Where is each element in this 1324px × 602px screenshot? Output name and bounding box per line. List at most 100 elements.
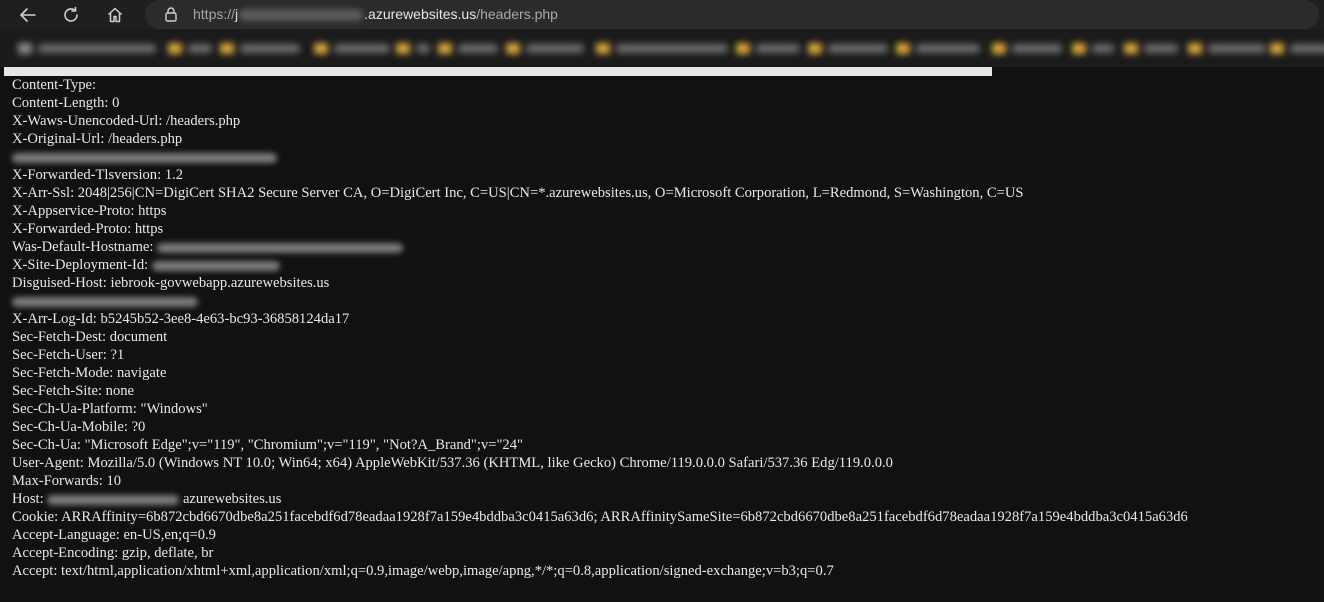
favorite-item[interactable] (596, 41, 728, 55)
refresh-button[interactable] (58, 2, 84, 28)
back-button[interactable] (15, 2, 41, 28)
header-value: https (134, 221, 164, 237)
header-value: azurewebsites.us (182, 491, 282, 507)
header-value: 2048|256|CN=DigiCert SHA2 Secure Server … (77, 185, 1024, 201)
redacted-value (151, 260, 280, 271)
header-name: Sec-Fetch-Site: (12, 383, 102, 399)
header-line: Accept: text/html,application/xhtml+xml,… (12, 562, 1188, 580)
header-value: text/html,application/xhtml+xml,applicat… (61, 563, 834, 579)
header-line: Max-Forwards: 10 (12, 472, 1188, 490)
header-line: Cookie: ARRAffinity=6b872cbd6670dbe8a251… (12, 508, 1188, 526)
favorite-item[interactable] (992, 41, 1062, 55)
header-line: Host: azurewebsites.us (12, 490, 1188, 508)
header-name: X-Arr-Ssl: (12, 185, 75, 201)
header-value: gzip, deflate, br (121, 545, 214, 561)
header-name: Sec-Ch-Ua: (12, 437, 81, 453)
header-line: Sec-Fetch-User: ?1 (12, 346, 1188, 364)
home-icon (107, 7, 123, 23)
header-value: document (109, 329, 168, 345)
header-name: Sec-Fetch-User: (12, 347, 107, 363)
header-name: Sec-Fetch-Dest: (12, 329, 107, 345)
header-name: Content-Type: (12, 77, 97, 93)
redacted-value (12, 296, 198, 307)
favorite-item[interactable] (168, 41, 212, 55)
header-name: Was-Default-Hostname: (12, 239, 154, 255)
header-line: X-Forwarded-Proto: https (12, 220, 1188, 238)
header-value: "Microsoft Edge";v="119", "Chromium";v="… (84, 437, 523, 453)
header-line: Sec-Fetch-Dest: document (12, 328, 1188, 346)
header-line: Accept-Encoding: gzip, deflate, br (12, 544, 1188, 562)
address-bar[interactable]: https://j .azurewebsites.us/headers.php (145, 0, 1319, 29)
header-value: none (105, 383, 135, 399)
header-value: 10 (106, 473, 122, 489)
favorite-item[interactable] (1188, 41, 1266, 55)
header-name: X-Arr-Log-Id: (12, 311, 97, 327)
header-name: Accept-Encoding: (12, 545, 119, 561)
header-line: X-Site-Deployment-Id: (12, 256, 1188, 274)
url-path: /headers.php (476, 6, 558, 22)
header-line: X-Arr-Ssl: 2048|256|CN=DigiCert SHA2 Sec… (12, 184, 1188, 202)
favorite-item[interactable] (808, 41, 888, 55)
header-line: Accept-Language: en-US,en;q=0.9 (12, 526, 1188, 544)
favorite-item[interactable] (1072, 41, 1114, 55)
favorite-item[interactable] (736, 41, 800, 55)
header-line: X-Original-Url: /headers.php (12, 130, 1188, 148)
request-headers-list: Content-Type: Content-Length: 0 X-Waws-Une… (12, 76, 1188, 580)
header-line: X-Forwarded-Tlsversion: 1.2 (12, 166, 1188, 184)
header-line: X-Waws-Unencoded-Url: /headers.php (12, 112, 1188, 130)
header-line: Sec-Ch-Ua: "Microsoft Edge";v="119", "Ch… (12, 436, 1188, 454)
redacted-value (47, 494, 180, 505)
header-value: https (138, 203, 167, 219)
header-value: b5245b52-3ee8-4e63-bc93-36858124da17 (100, 311, 350, 327)
header-value: /headers.php (108, 131, 183, 147)
url-prefix: j (235, 6, 239, 22)
header-line: Sec-Ch-Ua-Platform: "Windows" (12, 400, 1188, 418)
header-line: X-Arr-Log-Id: b5245b52-3ee8-4e63-bc93-36… (12, 310, 1188, 328)
favorite-item[interactable] (396, 41, 430, 55)
url-text[interactable]: https://j .azurewebsites.us/headers.php (193, 0, 558, 29)
header-line: Content-Type: (12, 76, 1188, 94)
favorite-item[interactable] (438, 41, 498, 55)
url-host: .azurewebsites.us (364, 6, 477, 22)
header-name: Sec-Ch-Ua-Platform: (12, 401, 137, 417)
header-value: 0 (112, 95, 120, 111)
header-name: X-Appservice-Proto: (12, 203, 135, 219)
favorite-item[interactable] (506, 41, 584, 55)
header-value: ARRAffinity=6b872cbd6670dbe8a251facebdf6… (61, 509, 1188, 525)
redacted-value (12, 152, 277, 163)
header-value: iebrook-govwebapp.azurewebsites.us (110, 275, 330, 291)
header-line (12, 148, 1188, 166)
favorite-item[interactable] (314, 41, 390, 55)
header-name: X-Forwarded-Proto: (12, 221, 132, 237)
header-value: 1.2 (164, 167, 184, 183)
header-line: Sec-Fetch-Site: none (12, 382, 1188, 400)
home-button[interactable] (102, 2, 128, 28)
header-line: X-Appservice-Proto: https (12, 202, 1188, 220)
favorite-item[interactable] (896, 41, 980, 55)
page-top-strip (4, 67, 992, 76)
header-name: Content-Length: (12, 95, 109, 111)
header-line (12, 292, 1188, 310)
header-name: User-Agent: (12, 455, 84, 471)
header-value: ?0 (131, 419, 146, 435)
favorites-bar (0, 30, 1324, 67)
favorite-item[interactable] (18, 41, 156, 55)
header-name: Disguised-Host: (12, 275, 107, 291)
header-value: navigate (116, 365, 167, 381)
header-value: /headers.php (166, 113, 241, 129)
favorite-item[interactable] (220, 41, 300, 55)
favorite-item[interactable] (1270, 41, 1324, 55)
header-line: Disguised-Host: iebrook-govwebapp.azurew… (12, 274, 1188, 292)
header-line: User-Agent: Mozilla/5.0 (Windows NT 10.0… (12, 454, 1188, 472)
header-line: Sec-Ch-Ua-Mobile: ?0 (12, 418, 1188, 436)
refresh-icon (64, 6, 78, 22)
header-name: Sec-Fetch-Mode: (12, 365, 114, 381)
header-name: Accept: (12, 563, 58, 579)
header-name: Sec-Ch-Ua-Mobile: (12, 419, 128, 435)
header-name: X-Site-Deployment-Id: (12, 257, 149, 273)
header-value: en-US,en;q=0.9 (123, 527, 216, 543)
header-name: X-Original-Url: (12, 131, 105, 147)
url-scheme: https:// (193, 6, 236, 22)
lock-icon[interactable] (163, 6, 179, 22)
favorite-item[interactable] (1124, 41, 1178, 55)
